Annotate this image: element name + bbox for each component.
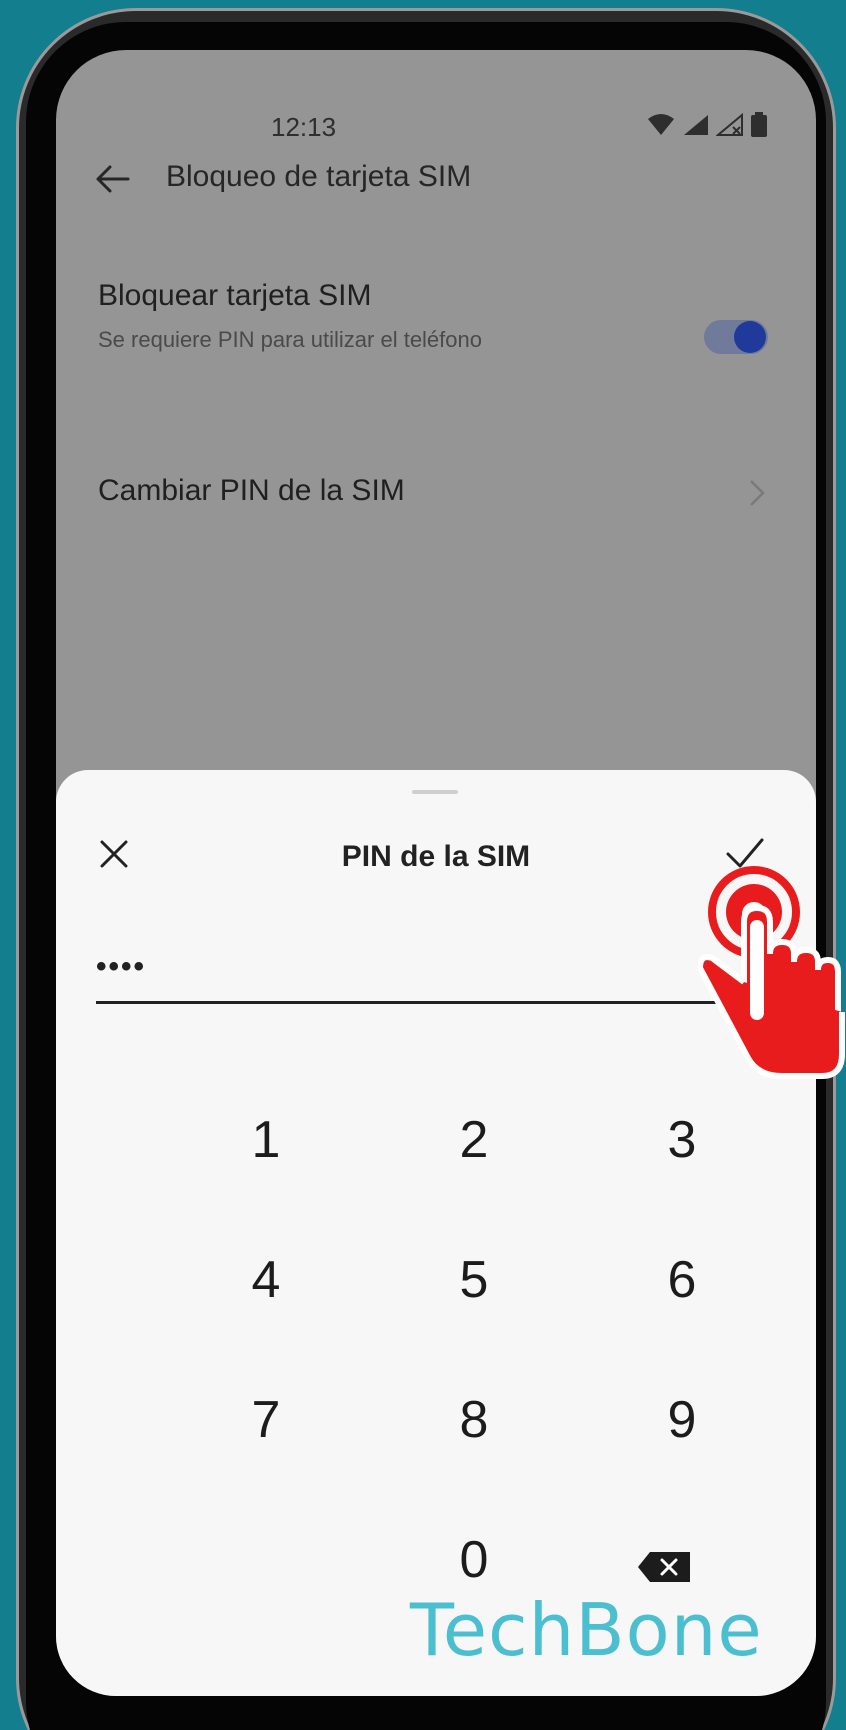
key-4[interactable]: 4 bbox=[206, 1230, 326, 1330]
setting-lock-sim-title: Bloquear tarjeta SIM bbox=[98, 279, 372, 312]
key-6[interactable]: 6 bbox=[622, 1230, 742, 1330]
key-9[interactable]: 9 bbox=[622, 1370, 742, 1470]
signal-empty-icon bbox=[716, 113, 743, 136]
key-7[interactable]: 7 bbox=[206, 1370, 326, 1470]
lock-sim-toggle[interactable] bbox=[704, 320, 768, 354]
sheet-handle[interactable] bbox=[412, 790, 458, 794]
status-icons bbox=[646, 112, 768, 138]
key-1[interactable]: 1 bbox=[206, 1090, 326, 1190]
toggle-knob bbox=[734, 321, 766, 353]
backspace-icon[interactable] bbox=[636, 1550, 692, 1584]
watermark: TechBone bbox=[410, 1588, 763, 1672]
status-time: 12:13 bbox=[271, 112, 337, 142]
tap-hand-icon bbox=[698, 866, 845, 1079]
signal-icon bbox=[684, 115, 708, 135]
setting-change-pin[interactable]: Cambiar PIN de la SIM bbox=[56, 440, 816, 540]
setting-lock-sim-subtitle: Se requiere PIN para utilizar el teléfon… bbox=[98, 327, 482, 352]
back-arrow-icon[interactable] bbox=[92, 158, 134, 200]
pin-value: •••• bbox=[96, 950, 147, 983]
wifi-icon bbox=[648, 114, 674, 135]
page-title: Bloqueo de tarjeta SIM bbox=[166, 160, 472, 193]
key-5[interactable]: 5 bbox=[414, 1230, 534, 1330]
setting-change-pin-title: Cambiar PIN de la SIM bbox=[98, 474, 405, 507]
pin-input[interactable]: •••• bbox=[96, 940, 718, 1004]
key-3[interactable]: 3 bbox=[622, 1090, 742, 1190]
setting-lock-sim[interactable]: Bloquear tarjeta SIM Se requiere PIN par… bbox=[56, 255, 816, 375]
chevron-right-icon bbox=[750, 480, 765, 506]
key-8[interactable]: 8 bbox=[414, 1370, 534, 1470]
key-2[interactable]: 2 bbox=[414, 1090, 534, 1190]
battery-icon bbox=[751, 112, 767, 137]
